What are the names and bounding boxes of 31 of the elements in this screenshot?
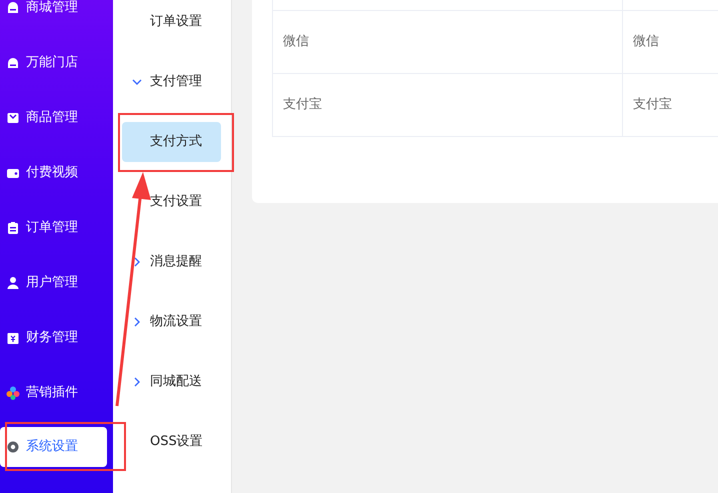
table-cell: 支付宝 [272, 74, 622, 136]
submenu-item[interactable]: OSS设置 [122, 422, 221, 462]
submenu-item[interactable]: 支付管理 [122, 62, 221, 102]
submenu-item[interactable]: 订单设置 [122, 2, 221, 42]
sidebar-item[interactable]: 用户管理 [0, 255, 107, 310]
sidebar-item[interactable]: 订单管理 [0, 200, 107, 255]
submenu-item[interactable]: 物流设置 [122, 302, 221, 342]
sidebar-item[interactable]: 营销插件 [0, 365, 107, 420]
user-icon [6, 276, 20, 290]
plugin-icon [6, 386, 20, 400]
chevron-icon [132, 77, 142, 87]
sidebar-item[interactable]: 系统设置 [0, 427, 107, 467]
submenu-item[interactable]: 消息提醒 [122, 242, 221, 282]
sidebar-item[interactable]: 万能门店 [0, 35, 107, 90]
sidebar-item[interactable]: 付费视频 [0, 145, 107, 200]
bag-icon [6, 110, 20, 124]
submenu-item[interactable]: 支付设置 [122, 182, 221, 222]
clipboard-icon [6, 220, 20, 234]
sidebar-item[interactable]: 商品管理 [0, 90, 107, 145]
submenu-item[interactable]: 支付方式 [122, 122, 221, 162]
gear-icon [6, 440, 20, 454]
store-icon [6, 56, 20, 70]
sidebar-item[interactable]: 财务管理 [0, 310, 107, 365]
table-cell: 微信 [272, 10, 622, 74]
submenu-item[interactable]: 同城配送 [122, 362, 221, 402]
sidebar-item[interactable]: 商城管理 [0, 0, 107, 35]
shop-icon [6, 0, 20, 14]
chevron-icon [132, 317, 142, 327]
chevron-icon [132, 377, 142, 387]
chevron-icon [132, 257, 142, 267]
money-icon [6, 330, 20, 344]
